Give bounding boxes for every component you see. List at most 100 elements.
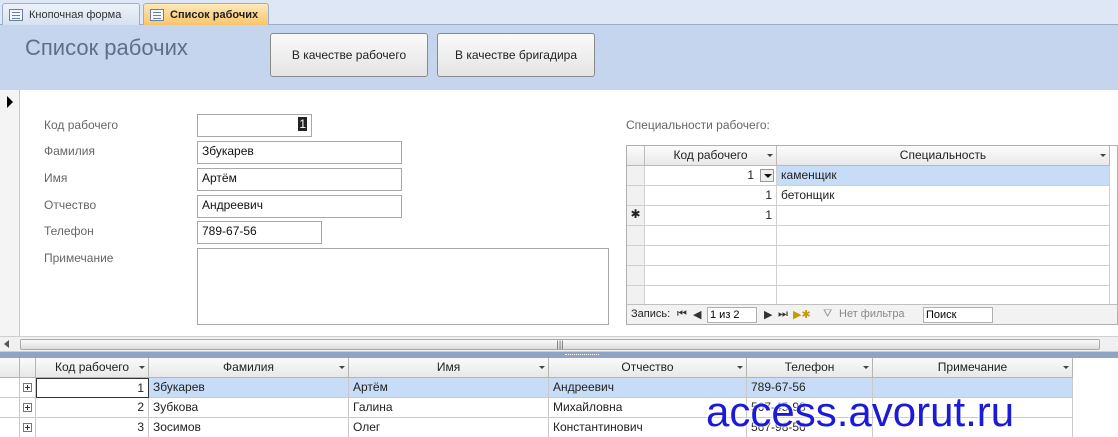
surname-field[interactable]: Збукарев — [197, 141, 402, 164]
worker-code-value: 1 — [298, 117, 307, 131]
name-cell[interactable]: Галина — [349, 398, 549, 418]
note-label: Примечание — [44, 251, 114, 265]
column-header-note[interactable]: Примечание — [873, 358, 1073, 378]
scrollbar-thumb[interactable]: ||| — [20, 339, 1100, 350]
subform-new-row[interactable]: ✱ 1 — [627, 206, 1117, 226]
site-watermark: access.avorut.ru — [706, 388, 1015, 435]
row-selector[interactable] — [0, 378, 20, 398]
document-tab-bar: Кнопочная форма Список рабочих — [0, 0, 1118, 25]
subform-code-cell[interactable]: 1 — [645, 186, 777, 206]
empty-row — [627, 266, 1117, 286]
no-filter-button[interactable]: Нет фильтра — [839, 308, 905, 320]
tab-switchboard[interactable]: Кнопочная форма — [2, 3, 140, 25]
record-navigation-bar: Запись: ⏮ ◀ ▶ ⏭ ▶✱ ⛛ Нет фильтра — [627, 304, 1117, 324]
column-header-code[interactable]: Код рабочего — [645, 146, 777, 166]
record-position-input[interactable] — [707, 307, 757, 323]
expand-plus-icon[interactable] — [23, 383, 32, 392]
expand-plus-icon[interactable] — [23, 423, 32, 432]
scrollbar-grip: ||| — [556, 339, 564, 349]
expand-row-cell[interactable] — [20, 418, 36, 437]
splitter-grip-icon — [565, 354, 599, 356]
select-all-cell[interactable] — [0, 358, 20, 378]
record-selector[interactable] — [0, 90, 20, 336]
code-cell[interactable]: 3 — [36, 418, 149, 437]
column-header-surname[interactable]: Фамилия — [149, 358, 349, 378]
subform-code-cell[interactable]: 1 — [645, 206, 777, 226]
row-selector[interactable] — [0, 418, 20, 437]
sort-arrow-icon — [737, 366, 743, 369]
page-title: Список рабочих — [25, 35, 188, 60]
search-input[interactable] — [923, 307, 993, 323]
surname-cell[interactable]: Зосимов — [149, 418, 349, 437]
code-cell[interactable]: 2 — [36, 398, 149, 418]
last-record-icon[interactable]: ⏭ — [778, 308, 788, 321]
select-all-cell[interactable] — [627, 146, 645, 166]
specialties-label: Специальности рабочего: — [626, 118, 770, 132]
as-brigadier-button[interactable]: В качестве бригадира — [437, 33, 595, 77]
column-header-phone[interactable]: Телефон — [747, 358, 873, 378]
phone-field[interactable]: 789-67-56 — [197, 221, 322, 244]
next-record-icon[interactable]: ▶ — [764, 308, 772, 321]
expand-row-cell[interactable] — [20, 378, 36, 398]
tab-worker-list-label: Список рабочих — [170, 8, 259, 21]
code-cell[interactable]: 1 — [36, 378, 149, 398]
surname-cell[interactable]: Зубкова — [149, 398, 349, 418]
subform-code-cell[interactable]: 1 — [645, 166, 777, 186]
phone-label: Телефон — [44, 224, 94, 238]
current-record-arrow-icon — [7, 96, 13, 108]
row-selector[interactable] — [627, 186, 645, 206]
subform-specialty-cell[interactable]: бетонщик — [777, 186, 1110, 206]
sort-arrow-icon — [139, 366, 145, 369]
sort-arrow-icon — [1063, 366, 1069, 369]
filter-icon: ⛛ — [823, 308, 833, 320]
subform-header-row: Код рабочего Специальность — [627, 146, 1117, 166]
column-header-specialty[interactable]: Специальность — [777, 146, 1110, 166]
patronymic-field[interactable]: Андреевич — [197, 195, 402, 218]
expand-row-cell[interactable] — [20, 398, 36, 418]
horizontal-scrollbar[interactable]: ||| — [0, 336, 1118, 352]
subform-specialty-cell[interactable] — [777, 206, 1110, 226]
column-header-name[interactable]: Имя — [349, 358, 549, 378]
new-record-icon: ✱ — [627, 206, 645, 226]
expand-column-header — [20, 358, 36, 378]
sort-arrow-icon — [339, 366, 345, 369]
combo-dropdown-icon[interactable] — [760, 169, 774, 182]
name-cell[interactable]: Артём — [349, 378, 549, 398]
patronymic-label: Отчество — [44, 198, 97, 212]
tab-switchboard-label: Кнопочная форма — [29, 8, 122, 21]
scroll-left-icon[interactable] — [4, 340, 9, 348]
code-label: Код рабочего — [44, 118, 119, 132]
sort-arrow-icon — [1100, 154, 1106, 157]
surname-label: Фамилия — [44, 144, 95, 158]
previous-record-icon[interactable]: ◀ — [693, 308, 701, 321]
column-header-patronymic[interactable]: Отчество — [549, 358, 747, 378]
form-header: Список рабочих В качестве рабочего В кач… — [0, 25, 1118, 90]
form-icon — [150, 8, 164, 21]
worker-code-field[interactable]: 1 — [197, 114, 312, 137]
surname-cell[interactable]: Збукарев — [149, 378, 349, 398]
sort-arrow-icon — [767, 154, 773, 157]
column-header-code[interactable]: Код рабочего — [36, 358, 149, 378]
name-label: Имя — [44, 171, 68, 185]
record-label: Запись: — [631, 308, 671, 320]
tab-worker-list[interactable]: Список рабочих — [143, 3, 269, 25]
row-selector[interactable] — [627, 166, 645, 186]
as-worker-button[interactable]: В качестве рабочего — [270, 33, 428, 77]
row-selector[interactable] — [0, 398, 20, 418]
note-field[interactable] — [197, 248, 609, 325]
sort-arrow-icon — [539, 366, 545, 369]
subform-row[interactable]: 1 бетонщик — [627, 186, 1117, 206]
sort-arrow-icon — [863, 366, 869, 369]
name-cell[interactable]: Олег — [349, 418, 549, 437]
specialties-subform: Код рабочего Специальность 1 каменщик 1 … — [626, 145, 1118, 325]
first-record-icon[interactable]: ⏮ — [677, 308, 687, 321]
new-record-nav-icon[interactable]: ▶✱ — [793, 308, 811, 321]
subform-row[interactable]: 1 каменщик — [627, 166, 1117, 186]
expand-plus-icon[interactable] — [23, 403, 32, 412]
subform-specialty-cell[interactable]: каменщик — [777, 166, 1110, 186]
empty-row — [627, 286, 1117, 306]
empty-row — [627, 226, 1117, 246]
empty-row — [627, 246, 1117, 266]
form-icon — [9, 8, 23, 21]
name-field[interactable]: Артём — [197, 168, 402, 191]
